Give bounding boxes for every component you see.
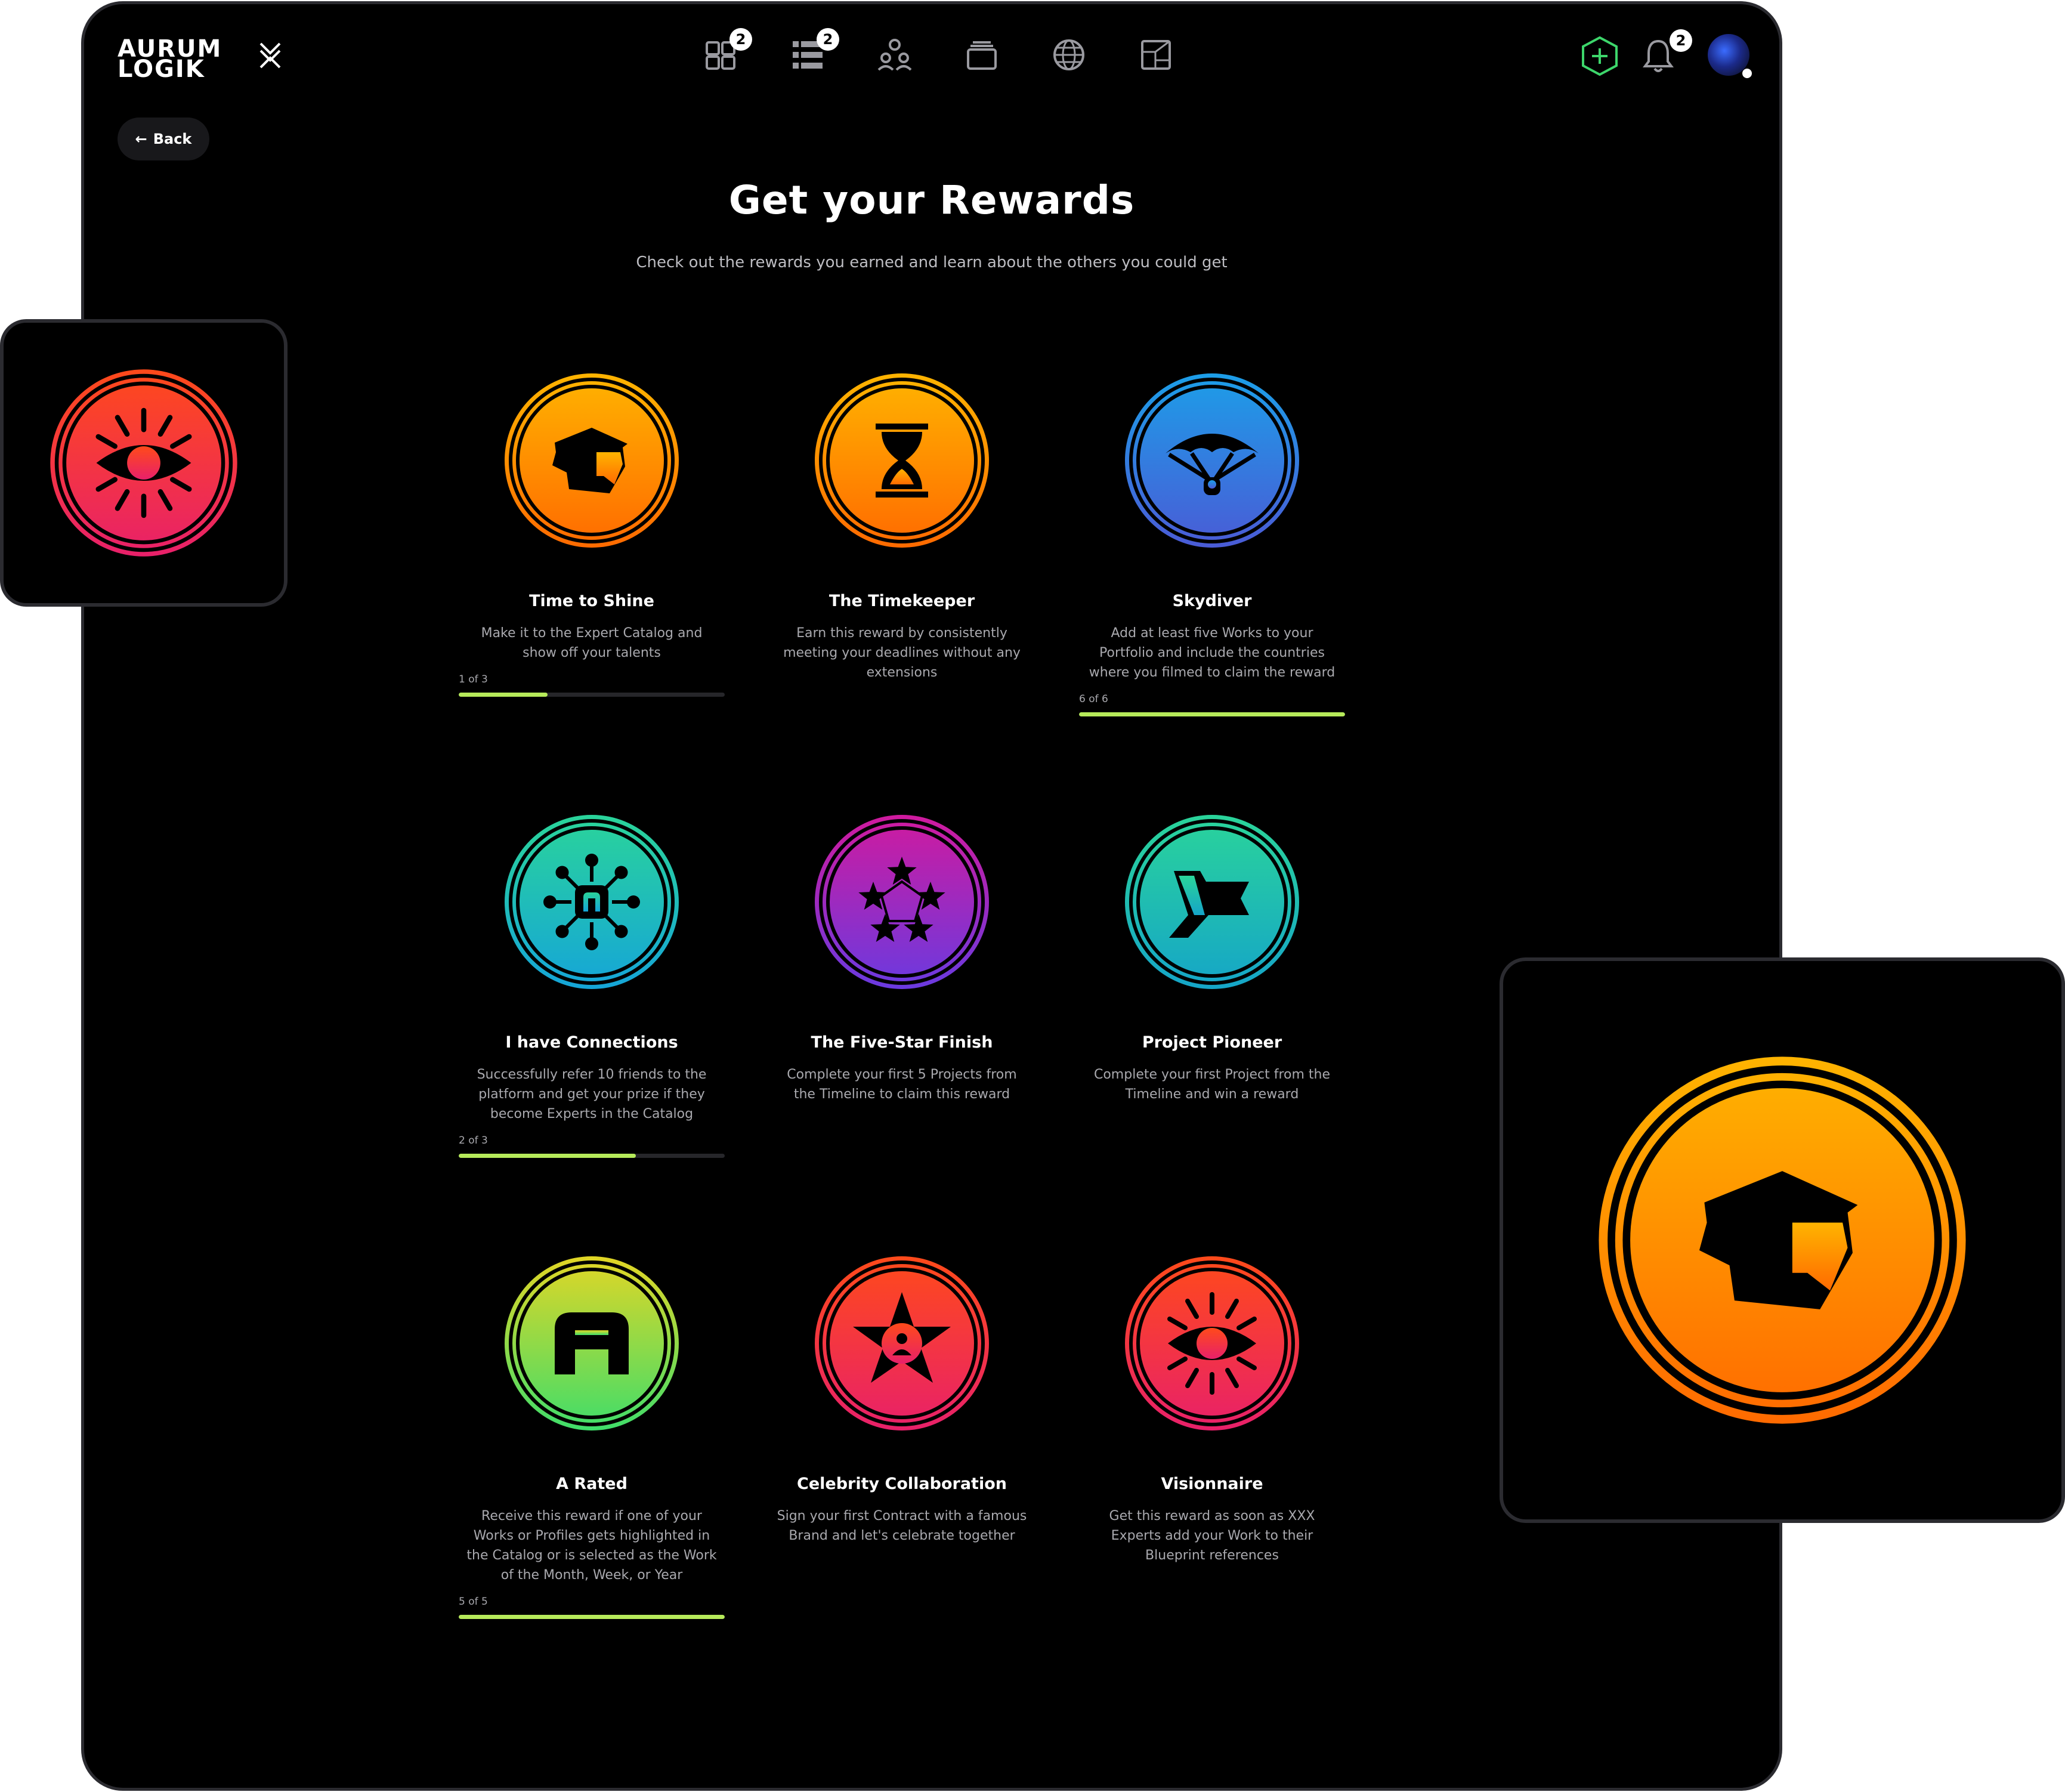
notifications-badge: 2	[1670, 29, 1692, 52]
dashboard-icon[interactable]: 2	[702, 28, 752, 73]
reward-title: A Rated	[556, 1475, 627, 1493]
reward-description: Successfully refer 10 friends to the pla…	[477, 1067, 707, 1121]
reward-title: Visionnaire	[1161, 1475, 1263, 1493]
arrow-left-icon: ←	[135, 131, 147, 147]
a-rated-badge-icon	[502, 1254, 681, 1433]
progress-bar	[459, 1615, 725, 1619]
progress-bar	[459, 693, 725, 697]
reward-title: Project Pioneer	[1142, 1033, 1282, 1052]
reward-card[interactable]: Visionnaire Get this reward as soon as XX…	[1079, 1254, 1345, 1565]
reward-description: Make it to the Expert Catalog and show o…	[481, 626, 703, 660]
floating-badge-card	[1500, 957, 2065, 1523]
online-status-dot	[1742, 69, 1752, 78]
nav-badge: 2	[729, 28, 752, 51]
reward-card[interactable]: Celebrity Collaboration Sign your first C…	[769, 1254, 1035, 1546]
reward-description: Receive this reward if one of your Works…	[466, 1509, 717, 1583]
reward-description: Earn this reward by consistently meeting…	[783, 626, 1021, 680]
reward-description: Get this reward as soon as XXX Experts a…	[1109, 1509, 1315, 1563]
team-icon[interactable]	[876, 36, 913, 73]
progress-fill	[459, 1154, 636, 1158]
collapse-icon[interactable]	[257, 41, 283, 70]
timeline-icon[interactable]: 2	[789, 28, 839, 73]
add-button[interactable]	[1580, 35, 1619, 77]
progress-label: 1 of 3	[459, 673, 488, 685]
blueprint-icon[interactable]	[1137, 36, 1174, 73]
reward-card[interactable]: I have Connections Successfully refer 10 …	[459, 812, 725, 1158]
top-bar: AURUM LOGIK 2 2 2	[84, 4, 1779, 106]
reward-description: Complete your first Project from the Tim…	[1093, 1067, 1331, 1102]
globe-icon[interactable]	[1050, 36, 1087, 73]
page-subtitle: Check out the rewards you earned and lea…	[636, 254, 1228, 271]
eye-badge-icon	[1123, 1254, 1302, 1433]
parachute-badge-icon	[1123, 371, 1302, 550]
progress-label: 6 of 6	[1079, 693, 1108, 705]
reward-title: The Timekeeper	[829, 592, 975, 610]
reward-description: Complete your first 5 Projects from the …	[787, 1067, 1017, 1102]
progress-label: 2 of 3	[459, 1135, 488, 1147]
reward-card[interactable]: The Five-Star Finish Complete your first …	[769, 812, 1035, 1104]
reward-card[interactable]: A Rated Receive this reward if one of you…	[459, 1254, 725, 1619]
progress-bar	[1079, 712, 1345, 716]
reward-title: Time to Shine	[529, 592, 654, 610]
app-logo[interactable]: AURUM LOGIK	[118, 37, 222, 81]
nav-badge: 2	[817, 28, 839, 51]
reward-card[interactable]: Time to Shine Make it to the Expert Catal…	[459, 371, 725, 697]
reward-title: Skydiver	[1172, 592, 1252, 610]
reward-title: I have Connections	[505, 1033, 678, 1052]
network-badge-icon	[502, 812, 681, 991]
avatar[interactable]	[1708, 34, 1752, 78]
progress-fill	[459, 693, 548, 697]
flag-badge-icon	[1123, 812, 1302, 991]
back-button[interactable]: ← Back	[118, 118, 209, 160]
reward-title: Celebrity Collaboration	[797, 1475, 1007, 1493]
hourglass-badge-icon	[812, 371, 991, 550]
progress-fill	[1079, 712, 1345, 716]
reward-card[interactable]: The Timekeeper Earn this reward by consis…	[769, 371, 1035, 682]
helmet-badge-icon	[502, 371, 681, 550]
reward-card[interactable]: Skydiver Add at least five Works to your …	[1079, 371, 1345, 716]
back-label: Back	[153, 131, 192, 147]
floating-badge-card	[0, 319, 288, 607]
progress-fill	[459, 1615, 725, 1619]
star-person-badge-icon	[812, 1254, 991, 1433]
reward-title: The Five-Star Finish	[811, 1033, 993, 1052]
eye-badge-icon	[48, 367, 240, 561]
reward-description: Sign your first Contract with a famous B…	[777, 1509, 1027, 1543]
five-stars-badge-icon	[812, 812, 991, 991]
catalog-icon[interactable]	[963, 36, 1000, 73]
progress-label: 5 of 5	[459, 1596, 488, 1608]
reward-card[interactable]: Project Pioneer Complete your first Proje…	[1079, 812, 1345, 1104]
helmet-badge-icon	[1594, 1052, 1971, 1431]
progress-bar	[459, 1154, 725, 1158]
page-title: Get your Rewards	[728, 177, 1135, 223]
reward-description: Add at least five Works to your Portfoli…	[1089, 626, 1336, 680]
notifications-bell-icon[interactable]: 2	[1642, 29, 1692, 73]
